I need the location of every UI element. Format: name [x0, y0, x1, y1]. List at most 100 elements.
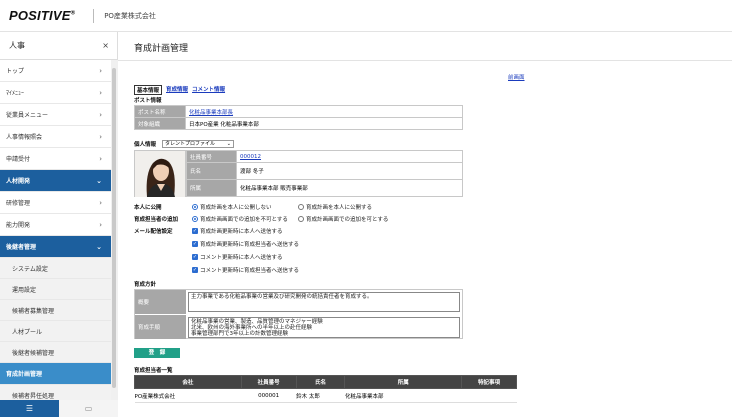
radio-selected[interactable] [192, 204, 198, 210]
method-textarea[interactable]: 化粧品事業の営業、製造、品質管理のマネジャー経験 北米、欧州の海外事業所への半年… [188, 317, 460, 338]
radio-unselected[interactable] [298, 204, 304, 210]
register-button[interactable]: 登 録 [134, 348, 180, 358]
sidebar-item-label: 運用設定 [12, 286, 37, 294]
menu-list-icon[interactable]: ☰ [0, 400, 59, 417]
sidebar-item-3[interactable]: 人事情報照会 › [0, 126, 111, 148]
col-name: 氏名 [295, 375, 346, 389]
radio-selected[interactable] [192, 216, 198, 222]
sidebar-item-4[interactable]: 申請受付 › [0, 148, 111, 170]
positive-logo[interactable]: POSITIVE® [9, 8, 75, 23]
tab-training-info[interactable]: 育成情報 [166, 85, 188, 95]
mail-option-3[interactable]: ✓ コメント更新時に本人へ送信する [192, 253, 283, 261]
mail-option-3-text: コメント更新時に本人へ送信する [200, 255, 283, 261]
tab-basic-info[interactable]: 基本情報 [134, 85, 163, 95]
method-label: 育成手順 [135, 315, 186, 339]
mail-option-2[interactable]: ✓ 育成計画更新時に育成担当者へ送信する [192, 240, 299, 248]
mail-option-1-text: 育成計画更新時に本人へ送信する [200, 229, 283, 235]
scrollbar-thumb[interactable] [112, 68, 116, 388]
chevron-right-icon: › [99, 132, 102, 141]
cell-name: 鈴木 太郎 [296, 388, 345, 403]
sidebar-item-2[interactable]: 従業員メニュー › [0, 104, 111, 126]
org-value: 日本PO産業 化粧品事業本部 [185, 117, 463, 130]
col-company: 会社 [134, 375, 242, 389]
assignee-table: 会社 社員番号 氏名 所属 特記事項 PO産業株式会社 000001 鈴木 太郎… [134, 375, 517, 403]
emp-no-link[interactable]: 000012 [240, 154, 261, 160]
publish-yes-option[interactable]: 育成計画を本人に公開する [298, 203, 372, 211]
sidebar-close-icon[interactable]: × [102, 41, 109, 50]
chevron-right-icon: › [99, 198, 102, 207]
sidebar-item-8[interactable]: 後継者管理 ⌄ [0, 236, 111, 258]
chevron-right-icon: › [99, 66, 102, 75]
sidebar-item-label: 人材プール [12, 328, 43, 336]
policy-box: 概要 育成手順 主力事業である化粧品事業の営業及び研究開発の統括責任者を育成する… [134, 289, 463, 339]
sidebar-item-label: 人事情報照会 [6, 134, 43, 141]
sidebar-item-label: 後継者管理 [6, 244, 37, 251]
checkbox-checked[interactable]: ✓ [192, 241, 198, 247]
sidebar-item-7[interactable]: 能力開発 › [0, 214, 111, 236]
sidebar-item-11[interactable]: 候補者募集管理 [0, 300, 111, 321]
tab-comment-info[interactable]: コメント情報 [192, 85, 225, 95]
mail-option-2-text: 育成計画更新時に育成担当者へ送信する [200, 242, 300, 248]
profile-select-value: タレントプロファイル [165, 141, 216, 147]
prev-screen-link[interactable]: 前画面 [508, 73, 525, 81]
personal-section-title: 個人情報 [134, 142, 157, 148]
sidebar-item-10[interactable]: 運用設定 [0, 279, 111, 300]
sidebar-item-label: 能力開発 [6, 222, 31, 229]
sidebar-item-label: 研修管理 [6, 200, 31, 207]
sidebar-footer: ☰ ▭ [0, 400, 118, 417]
dept-label: 所属 [186, 179, 237, 197]
sidebar-item-12[interactable]: 人材プール [0, 321, 111, 342]
sidebar-item-1[interactable]: ﾏｲﾒﾆｭｰ › [0, 82, 111, 104]
sidebar-item-14[interactable]: 育成計画管理 [0, 363, 111, 385]
mail-label: メール配信設定 [134, 229, 173, 235]
sidebar-item-0[interactable]: トップ › [0, 60, 111, 82]
add-no-text: 育成計画画面での追加を不可とする [200, 217, 288, 223]
sidebar-item-6[interactable]: 研修管理 › [0, 192, 111, 214]
sidebar-item-9[interactable]: システム設定 [0, 258, 111, 279]
add-no-option[interactable]: 育成計画画面での追加を不可とする [192, 215, 288, 223]
add-yes-option[interactable]: 育成計画画面での追加を可とする [298, 215, 388, 223]
sidebar-title: 人事 [9, 41, 25, 50]
name-label: 氏名 [186, 162, 237, 180]
sidebar-item-label: 申請受付 [6, 156, 31, 163]
post-name-link[interactable]: 化粧品事業本部長 [189, 110, 233, 116]
sidebar-scrollbar[interactable] [111, 60, 118, 400]
name-value: 渡部 冬子 [236, 162, 463, 180]
post-name-label: ポスト名称 [134, 105, 186, 118]
sidebar-item-label: システム設定 [12, 265, 48, 273]
sidebar: 人事 × トップ › ﾏｲﾒﾆｭｰ › 従業員メニュー › 人事情報照会 › 申請受付 › 人材開発… [0, 32, 118, 417]
cell-company: PO産業株式会社 [134, 388, 242, 403]
publish-no-option[interactable]: 育成計画を本人に公開しない [192, 203, 272, 211]
table-row[interactable]: PO産業株式会社 000001 鈴木 太郎 化粧品事業本部 [134, 388, 517, 403]
org-label: 対象組織 [134, 117, 186, 130]
sidebar-item-label: 候補者昇任処理 [12, 392, 55, 400]
chevron-right-icon: › [99, 88, 102, 97]
header-divider [93, 8, 95, 23]
policy-section-title: 育成方針 [134, 282, 157, 288]
calendar-icon[interactable]: ▭ [59, 400, 118, 417]
top-bar: POSITIVE® PO産業株式会社 [0, 0, 732, 32]
sidebar-item-5[interactable]: 人材開発 ⌄ [0, 170, 111, 192]
chevron-right-icon: › [99, 110, 102, 119]
sidebar-item-label: 人材開発 [6, 178, 31, 185]
chevron-down-icon: ⌄ [96, 176, 102, 185]
page-title: 育成計画管理 [134, 44, 189, 54]
checkbox-checked[interactable]: ✓ [192, 267, 198, 273]
publish-no-text: 育成計画を本人に公開しない [200, 205, 272, 211]
method-line-3: 事業管理部門で3年以上の計数管理経験 [191, 331, 289, 337]
radio-unselected[interactable] [298, 216, 304, 222]
sidebar-item-13[interactable]: 後継者候補管理 [0, 342, 111, 363]
mail-option-1[interactable]: ✓ 育成計画更新時に本人へ送信する [192, 227, 283, 235]
checkbox-checked[interactable]: ✓ [192, 228, 198, 234]
main-content: 育成計画管理 前画面 基本情報 育成情報 コメント情報 ポスト情報 ポスト名称 … [118, 32, 732, 417]
chevron-down-icon: ⌄ [96, 242, 102, 251]
overview-textarea[interactable]: 主力事業である化粧品事業の営業及び研究開発の統括責任者を育成する。 [188, 292, 460, 312]
checkbox-checked[interactable]: ✓ [192, 254, 198, 260]
sidebar-item-15[interactable]: 候補者昇任処理 [0, 385, 111, 400]
add-label: 育成担当者の追加 [134, 217, 179, 223]
profile-select[interactable]: タレントプロファイル ⌄ [162, 140, 234, 148]
sidebar-item-label: 候補者募集管理 [12, 307, 55, 315]
chevron-down-icon: ⌄ [226, 141, 231, 147]
mail-option-4[interactable]: ✓ コメント更新時に育成担当者へ送信する [192, 266, 299, 274]
post-section-title: ポスト情報 [134, 98, 162, 104]
